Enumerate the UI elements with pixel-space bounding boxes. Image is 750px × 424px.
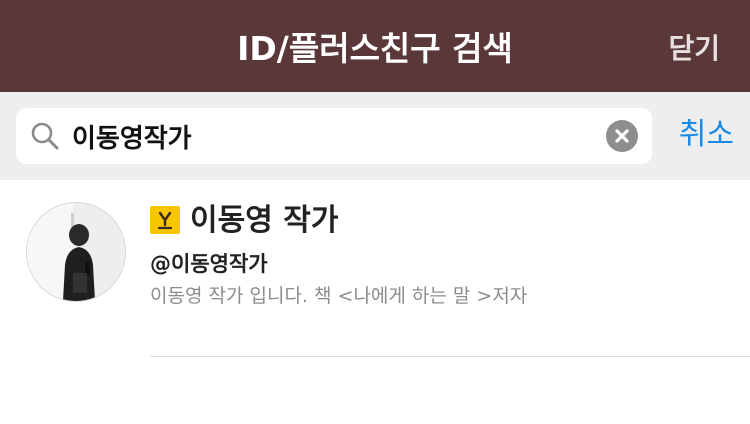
avatar (26, 202, 126, 302)
result-name: 이동영 작가 (190, 203, 339, 238)
cancel-button[interactable]: 취소 (679, 92, 734, 180)
search-box[interactable] (16, 108, 652, 164)
yellow-id-badge-icon (150, 206, 180, 234)
search-result-item[interactable]: 이동영 작가 @이동영작가 이동영 작가 입니다. 책 <나에게 하는 말 >저… (0, 180, 750, 358)
search-bar: 취소 (0, 92, 750, 180)
top-bar: ID/플러스친구 검색 닫기 (0, 0, 750, 92)
result-id: @이동영작가 (150, 252, 268, 276)
search-icon (31, 122, 59, 150)
page-title: ID/플러스친구 검색 (237, 29, 513, 68)
clear-icon (615, 129, 629, 143)
result-description: 이동영 작가 입니다. 책 <나에게 하는 말 >저자 (150, 285, 528, 307)
profile-photo (27, 203, 125, 301)
search-input[interactable] (72, 108, 592, 164)
divider (150, 356, 750, 357)
close-button[interactable]: 닫기 (668, 0, 720, 92)
clear-search-button[interactable] (606, 120, 638, 152)
